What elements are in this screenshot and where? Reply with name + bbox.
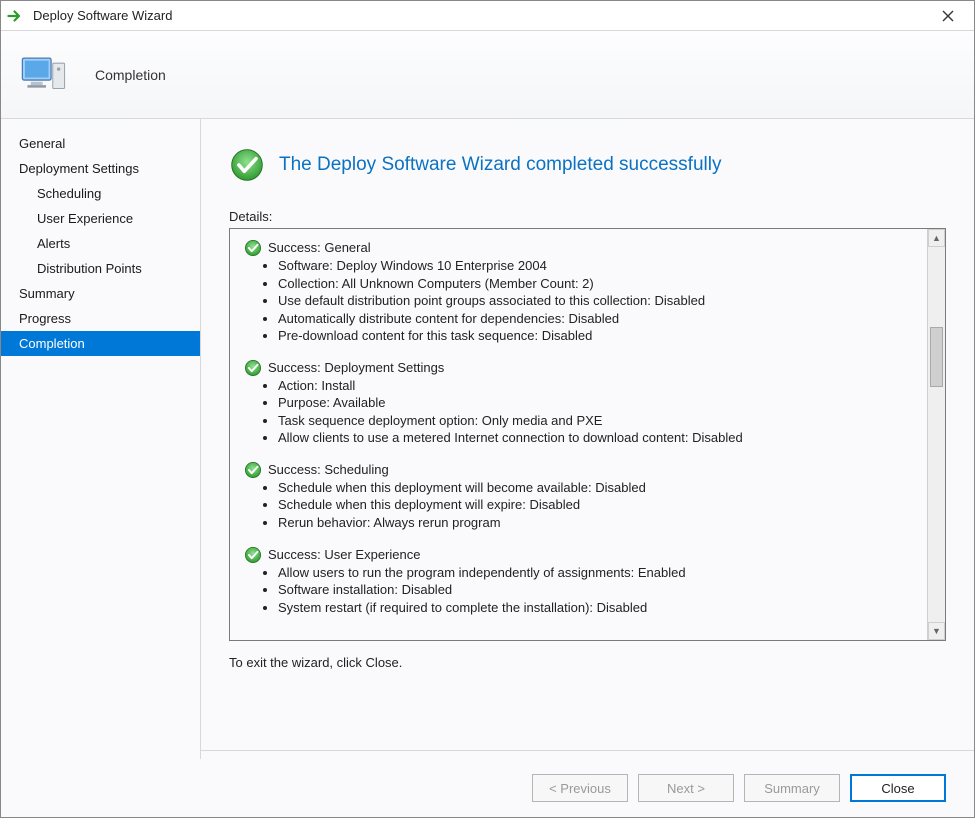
details-list: Schedule when this deployment will becom… [278, 479, 919, 532]
details-group-header: Success: Deployment Settings [244, 359, 919, 377]
details-group-header: Success: Scheduling [244, 461, 919, 479]
summary-button: Summary [744, 774, 840, 802]
scroll-thumb[interactable] [930, 327, 943, 387]
details-group: Success: User ExperienceAllow users to r… [244, 546, 919, 617]
details-list: Allow users to run the program independe… [278, 564, 919, 617]
details-line: Schedule when this deployment will expir… [278, 496, 919, 514]
wizard-footer: < Previous Next > Summary Close [1, 759, 974, 817]
wizard-window: Deploy Software Wizard Completion Genera… [0, 0, 975, 818]
sidebar-item-general[interactable]: General [1, 131, 200, 156]
details-line: Action: Install [278, 377, 919, 395]
previous-button: < Previous [532, 774, 628, 802]
details-line: Pre-download content for this task seque… [278, 327, 919, 345]
details-line: Use default distribution point groups as… [278, 292, 919, 310]
details-line: Rerun behavior: Always rerun program [278, 514, 919, 532]
details-line: Automatically distribute content for dep… [278, 310, 919, 328]
wizard-sidebar: GeneralDeployment SettingsSchedulingUser… [1, 119, 201, 759]
wizard-main: The Deploy Software Wizard completed suc… [201, 119, 974, 759]
app-arrow-icon [7, 7, 25, 25]
details-label: Details: [229, 209, 946, 224]
page-title: Completion [95, 67, 166, 83]
sidebar-item-distribution-points[interactable]: Distribution Points [1, 256, 200, 281]
success-check-icon [244, 546, 262, 564]
details-group: Success: GeneralSoftware: Deploy Windows… [244, 239, 919, 345]
scroll-track[interactable] [928, 247, 945, 622]
window-close-button[interactable] [928, 2, 968, 30]
success-check-icon [244, 239, 262, 257]
completion-status-row: The Deploy Software Wizard completed suc… [229, 147, 946, 183]
sidebar-item-deployment-settings[interactable]: Deployment Settings [1, 156, 200, 181]
details-line: Schedule when this deployment will becom… [278, 479, 919, 497]
window-title: Deploy Software Wizard [33, 8, 928, 23]
details-group-header: Success: User Experience [244, 546, 919, 564]
sidebar-item-completion[interactable]: Completion [1, 331, 200, 356]
sidebar-item-summary[interactable]: Summary [1, 281, 200, 306]
computer-deploy-icon [19, 48, 73, 102]
wizard-body: GeneralDeployment SettingsSchedulingUser… [1, 119, 974, 759]
details-line: Purpose: Available [278, 394, 919, 412]
exit-instruction: To exit the wizard, click Close. [229, 655, 946, 670]
sidebar-item-alerts[interactable]: Alerts [1, 231, 200, 256]
success-check-icon [244, 359, 262, 377]
details-content: Success: GeneralSoftware: Deploy Windows… [230, 229, 927, 640]
sidebar-item-user-experience[interactable]: User Experience [1, 206, 200, 231]
scroll-down-icon[interactable]: ▼ [928, 622, 945, 640]
details-line: Software: Deploy Windows 10 Enterprise 2… [278, 257, 919, 275]
details-group: Success: Deployment SettingsAction: Inst… [244, 359, 919, 447]
details-scrollbar[interactable]: ▲ ▼ [927, 229, 945, 640]
footer-separator [201, 750, 974, 751]
success-check-icon [229, 147, 265, 183]
success-check-icon [244, 461, 262, 479]
details-group-title: Success: User Experience [268, 546, 420, 564]
details-group-title: Success: Deployment Settings [268, 359, 444, 377]
details-line: Collection: All Unknown Computers (Membe… [278, 275, 919, 293]
sidebar-item-scheduling[interactable]: Scheduling [1, 181, 200, 206]
details-line: Software installation: Disabled [278, 581, 919, 599]
details-group-title: Success: Scheduling [268, 461, 389, 479]
details-line: Task sequence deployment option: Only me… [278, 412, 919, 430]
details-group-title: Success: General [268, 239, 371, 257]
details-line: Allow clients to use a metered Internet … [278, 429, 919, 447]
next-button: Next > [638, 774, 734, 802]
details-panel: Success: GeneralSoftware: Deploy Windows… [229, 228, 946, 641]
details-group-header: Success: General [244, 239, 919, 257]
details-line: System restart (if required to complete … [278, 599, 919, 617]
details-list: Action: InstallPurpose: AvailableTask se… [278, 377, 919, 447]
wizard-header: Completion [1, 31, 974, 119]
details-list: Software: Deploy Windows 10 Enterprise 2… [278, 257, 919, 345]
scroll-up-icon[interactable]: ▲ [928, 229, 945, 247]
titlebar: Deploy Software Wizard [1, 1, 974, 31]
sidebar-item-progress[interactable]: Progress [1, 306, 200, 331]
details-line: Allow users to run the program independe… [278, 564, 919, 582]
details-group: Success: SchedulingSchedule when this de… [244, 461, 919, 532]
completion-message: The Deploy Software Wizard completed suc… [279, 154, 721, 176]
close-button[interactable]: Close [850, 774, 946, 802]
